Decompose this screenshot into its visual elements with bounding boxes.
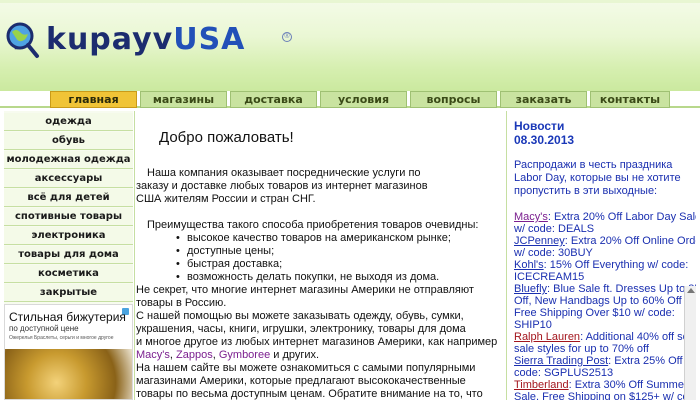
main-content: Добро пожаловать! Наша компания оказывае… [134, 111, 507, 400]
sidebar-item-youth-clothing[interactable]: молодежная одежда [4, 151, 133, 169]
link-gymboree[interactable]: Gymboree [219, 349, 270, 361]
site-header: P kupayvUSA ® [0, 0, 700, 91]
ad-title: Стильная бижутерия [9, 310, 126, 324]
news-scrollbar[interactable] [684, 286, 696, 400]
news-intro-line: пропустить в эти выходные: [514, 185, 658, 197]
news-item-cont: w/ code: DEALS [514, 223, 595, 235]
sidebar-item-kids[interactable]: всё для детей [4, 189, 133, 207]
news-item: Ralph Lauren: Additional 40% off select [514, 331, 696, 343]
news-item-cont: ICECREAM15 [514, 271, 585, 283]
advantage-item: возможность делать покупки, не выходя из… [176, 271, 439, 284]
news-item-cont: Off, New Handbags Up to 60% Off + [514, 295, 692, 307]
sidebar-item-accessories[interactable]: аксессуары [4, 170, 133, 188]
deal-text: : Extra 30% Off Summer [568, 379, 688, 391]
magnifier-globe-icon [6, 22, 39, 58]
news-item-cont: Sale, Free Shipping on $125+ w/ code: [514, 391, 696, 400]
news-item: Kohl's: 15% Off Everything w/ code: [514, 259, 688, 271]
store-link-sierra[interactable]: Sierra Trading Post [514, 355, 608, 367]
deal-text: : 15% Off Everything w/ code: [543, 259, 689, 271]
nav-tab-terms[interactable]: условия [320, 91, 407, 108]
intro-line-2: заказу и доставке любых товаров из интер… [136, 180, 428, 192]
nav-tab-contacts[interactable]: контакты [590, 91, 670, 108]
paragraph-line: товары по весьма доступным ценам. Обрати… [136, 388, 483, 400]
paragraph-line: С нашей помощью вы можете заказывать оде… [136, 310, 464, 322]
news-intro-line: Labor Day, которые вы не хотите [514, 172, 681, 184]
news-date: 08.30.2013 [514, 133, 575, 147]
nav-tab-home[interactable]: главная [50, 91, 137, 108]
news-item: Bluefly: Blue Sale ft. Dresses Up to 85% [514, 283, 696, 295]
news-item-cont: w/ code: 30BUY [514, 247, 593, 259]
logo-text: kupayvUSA [46, 18, 245, 62]
store-link-macys[interactable]: Macy's [514, 211, 548, 223]
link-zappos[interactable]: Zappos [176, 349, 213, 361]
intro-line-1: Наша компания оказывает посреднические у… [147, 167, 421, 179]
sidebar-item-cosmetics[interactable]: косметика [4, 265, 133, 283]
advantage-item: высокое качество товаров на американском… [176, 232, 451, 245]
main-nav: главная магазины доставка условия вопрос… [50, 91, 670, 108]
nav-tab-order[interactable]: заказать [500, 91, 587, 108]
store-link-bluefly[interactable]: Bluefly [514, 283, 547, 295]
nav-tab-delivery[interactable]: доставка [230, 91, 317, 108]
news-heading: Новости [514, 119, 565, 133]
scroll-up-arrow-icon[interactable] [687, 288, 695, 293]
page-title: Добро пожаловать! [159, 129, 294, 146]
store-link-ralph-lauren[interactable]: Ralph Lauren [514, 331, 580, 343]
news-panel: Новости 08.30.2013 Распродажи в честь пр… [508, 111, 696, 400]
advantage-item: быстрая доставка; [176, 258, 282, 271]
registered-mark: ® [282, 32, 292, 42]
sidebar-item-clothing[interactable]: одежда [4, 113, 133, 131]
deal-text: : Additional 40% off select [580, 331, 696, 343]
news-item: Sierra Trading Post: Extra 25% Off w/ [514, 355, 696, 367]
paragraph-line: товары в Россию. [136, 297, 227, 309]
sidebar-item-shoes[interactable]: обувь [4, 132, 133, 150]
logo-text-usa: USA [173, 22, 246, 57]
paragraph-line-links: Macy's, Zappos, Gymboree и других. [136, 349, 319, 362]
news-item: Macy's: Extra 20% Off Labor Day Sale [514, 211, 696, 223]
sidebar-item-private-sales[interactable]: закрытые распродажи [4, 284, 133, 316]
nav-tab-faq[interactable]: вопросы [410, 91, 497, 108]
news-item: Timberland: Extra 30% Off Summer [514, 379, 688, 391]
news-item-cont: Free Shipping Over $10 w/ code: [514, 307, 675, 319]
paragraph-line: Не секрет, что многие интернет магазины … [136, 284, 474, 296]
news-item: JCPenney: Extra 20% Off Online Order [514, 235, 696, 247]
ad-subtitle: по доступной цене [9, 324, 79, 333]
paragraph-line: На нашем сайте вы можете ознакомиться с … [136, 362, 476, 374]
news-intro-line: Распродажи в честь праздника [514, 159, 673, 171]
nav-tab-stores[interactable]: магазины [140, 91, 227, 108]
sidebar-item-home[interactable]: товары для дома [4, 246, 133, 264]
deal-text: : Extra 20% Off Online Order [564, 235, 696, 247]
link-macys[interactable]: Macy's [136, 349, 170, 361]
advantages-title: Преимущества такого способа приобретения… [147, 219, 479, 231]
news-item-cont: code: SGPLUS2513 [514, 367, 614, 379]
header-band [0, 0, 700, 3]
jewelry-image [5, 349, 132, 399]
news-item-cont: SHIP10 [514, 319, 552, 331]
links-tail: и других. [270, 349, 320, 361]
site-logo[interactable]: P kupayvUSA ® [6, 18, 302, 62]
store-link-timberland[interactable]: Timberland [514, 379, 569, 391]
sidebar-item-sports[interactable]: спотивные товары [4, 208, 133, 226]
sidebar-item-electronics[interactable]: электроника [4, 227, 133, 245]
paragraph-line: магазинами Америки, которые предлагают в… [136, 375, 466, 387]
deal-text: : Blue Sale ft. Dresses Up to 85% [547, 283, 696, 295]
paragraph-line: украшения, часы, книги, игрушки, электро… [136, 323, 466, 335]
deal-text: : Extra 20% Off Labor Day Sale [547, 211, 696, 223]
intro-line-3: США жителям России и стран СНГ. [136, 193, 316, 205]
deal-text: : Extra 25% Off w/ [608, 355, 696, 367]
ad-banner[interactable]: Стильная бижутерия по доступной цене Оже… [4, 304, 133, 400]
ad-tags: Ожерелья Браслеты, серьги и многое друго… [9, 335, 114, 341]
store-link-kohls[interactable]: Kohl's [514, 259, 544, 271]
logo-text-rest: kupayv [46, 22, 174, 57]
paragraph-line: и многое другое из любых интернет магази… [136, 336, 498, 348]
news-item-cont: sale styles for up to 70% off [514, 343, 649, 355]
store-link-jcpenney[interactable]: JCPenney [514, 235, 565, 247]
advantage-item: доступные цены; [176, 245, 274, 258]
